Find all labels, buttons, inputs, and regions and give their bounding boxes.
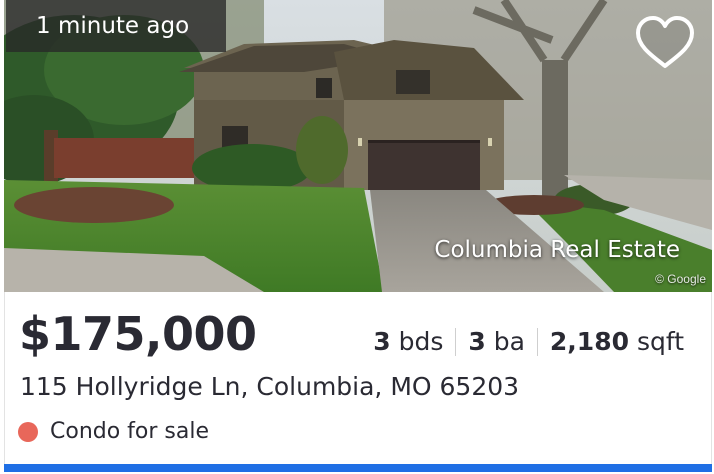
listing-facts: 3 bds 3 ba 2,180 sqft xyxy=(373,325,684,359)
fact-divider xyxy=(536,328,538,356)
beds-unit: bds xyxy=(398,327,444,356)
fact-divider xyxy=(455,328,457,356)
photo-credit: © Google xyxy=(655,272,706,286)
listing-price: $175,000 xyxy=(19,307,257,361)
favorite-button[interactable] xyxy=(634,14,696,72)
time-ago-badge: 1 minute ago xyxy=(6,0,226,52)
sqft-value: 2,180 xyxy=(549,327,629,356)
status-dot-icon xyxy=(18,422,38,442)
beds-fact: 3 bds xyxy=(373,325,443,359)
baths-value: 3 xyxy=(468,327,486,356)
listing-status: Condo for sale xyxy=(18,415,209,449)
listing-photo[interactable]: 1 minute ago Columbia Real Estate © Goog… xyxy=(4,0,712,292)
sqft-unit: sqft xyxy=(636,327,684,356)
baths-fact: 3 ba xyxy=(468,325,525,359)
status-label: Condo for sale xyxy=(50,419,210,444)
card-border-right xyxy=(711,292,712,464)
baths-unit: ba xyxy=(493,327,525,356)
beds-value: 3 xyxy=(373,327,391,356)
card-bottom-accent-bar xyxy=(4,464,712,472)
card-border-left xyxy=(4,292,5,464)
sqft-fact: 2,180 sqft xyxy=(550,325,684,359)
brokerage-name: Columbia Real Estate xyxy=(434,237,680,263)
heart-outline-icon xyxy=(636,16,694,68)
listing-address[interactable]: 115 Hollyridge Ln, Columbia, MO 65203 xyxy=(20,368,519,406)
listing-card[interactable]: 1 minute ago Columbia Real Estate © Goog… xyxy=(0,0,714,474)
